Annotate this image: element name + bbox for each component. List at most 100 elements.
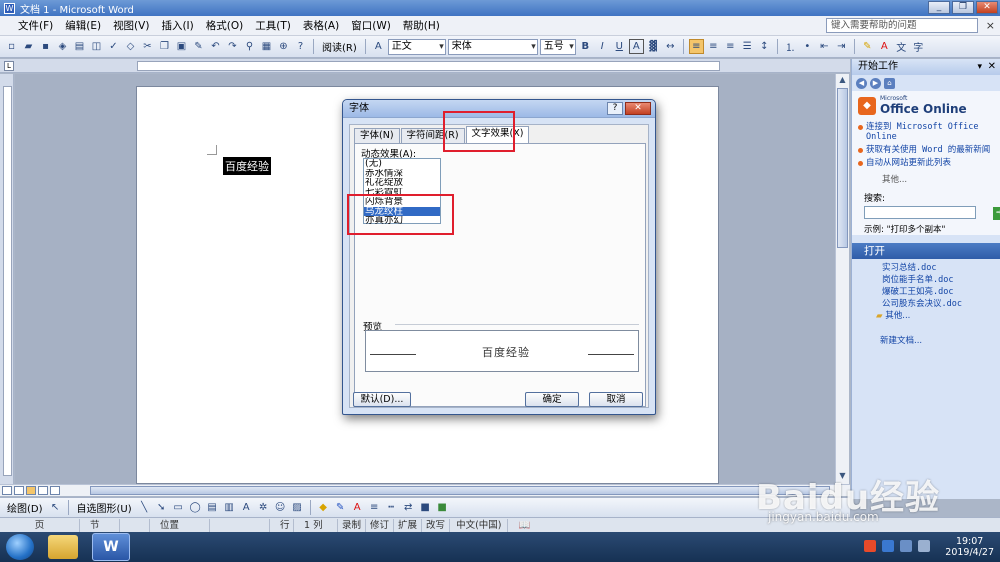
wordart-icon[interactable]: A — [239, 500, 254, 515]
draw-font-color-icon[interactable]: A — [350, 500, 365, 515]
word-taskbar-icon[interactable]: W — [92, 533, 130, 561]
menu-edit[interactable]: 编辑(E) — [59, 18, 107, 33]
new-document-link[interactable]: 新建文档... — [852, 334, 1000, 346]
3d-icon[interactable]: ■ — [435, 500, 450, 515]
selected-document-text[interactable]: 百度经验 — [223, 157, 271, 175]
ime-icon[interactable] — [864, 540, 876, 552]
align-justify-icon[interactable]: ≡ — [688, 39, 704, 54]
online-link[interactable]: 获取有关使用 Word 的最新新闻 — [858, 145, 996, 155]
clock[interactable]: 19:07 2019/4/27 — [945, 536, 994, 558]
network-icon[interactable] — [900, 540, 912, 552]
underline-button[interactable]: U — [612, 39, 627, 54]
back-icon[interactable]: ◀ — [856, 77, 867, 89]
font-color-icon[interactable]: A — [877, 39, 892, 54]
style-select[interactable]: 正文 — [387, 38, 446, 55]
online-link[interactable]: 连接到 Microsoft Office Online — [858, 122, 996, 142]
horizontal-ruler[interactable]: L — [0, 59, 850, 73]
arrow-icon[interactable]: ➘ — [154, 500, 169, 515]
minimize-button[interactable]: _ — [928, 1, 950, 14]
line-style-icon[interactable]: ≡ — [367, 500, 382, 515]
highlight-icon[interactable]: ✎ — [860, 39, 875, 54]
close-window-button[interactable]: ✕ — [976, 1, 998, 14]
recent-file-link[interactable]: 公司股东会决议.doc — [852, 298, 1000, 310]
diagram-icon[interactable]: ✲ — [256, 500, 271, 515]
online-more-link[interactable]: 其他... — [852, 173, 1000, 185]
tab-selector[interactable]: L — [4, 61, 14, 71]
shadow-icon[interactable]: ■ — [418, 500, 433, 515]
line-spacing-icon[interactable]: ↕ — [757, 39, 772, 54]
font-select[interactable]: 宋体 — [447, 38, 538, 55]
spelling-icon[interactable]: ✓ — [106, 39, 121, 54]
char-shading-icon[interactable]: ▓ — [646, 39, 661, 54]
rectangle-icon[interactable]: ▭ — [171, 500, 186, 515]
new-document-icon[interactable]: ▫ — [4, 39, 19, 54]
vertical-textbox-icon[interactable]: ▥ — [222, 500, 237, 515]
research-icon[interactable]: ◇ — [123, 39, 138, 54]
status-overtype[interactable]: 改写 — [422, 518, 451, 532]
ok-button[interactable]: 确定 — [525, 392, 579, 407]
oval-icon[interactable]: ◯ — [188, 500, 203, 515]
table-icon[interactable]: ▦ — [259, 39, 274, 54]
online-link[interactable]: 自动从网站更新此列表 — [858, 158, 996, 168]
bullets-icon[interactable]: • — [800, 39, 815, 54]
zoom-icon[interactable]: ⊕ — [276, 39, 291, 54]
menu-view[interactable]: 视图(V) — [107, 18, 155, 33]
task-pane-search-input[interactable]: ➜ — [864, 206, 1000, 220]
recent-file-link[interactable]: 岗位能手名单.doc — [852, 274, 1000, 286]
draw-menu-button[interactable]: 绘图(D) — [4, 500, 46, 515]
fill-color-icon[interactable]: ◆ — [316, 500, 331, 515]
task-pane-dropdown-icon[interactable]: ▾ — [977, 59, 982, 75]
dialog-close-button[interactable]: ✕ — [625, 102, 651, 115]
home-icon[interactable]: ⌂ — [884, 77, 895, 89]
phonetic-icon[interactable]: 文 — [894, 39, 909, 54]
word-app-icon[interactable]: W — [4, 2, 15, 14]
char-scale-icon[interactable]: ↔ — [663, 39, 678, 54]
list-item[interactable]: 赤水情深 — [364, 169, 440, 179]
vertical-ruler[interactable] — [0, 74, 14, 484]
enclose-icon[interactable]: 字 — [911, 39, 926, 54]
spelling-status-icon[interactable]: 📖 — [508, 519, 540, 532]
tab-font[interactable]: 字体(N) — [354, 128, 400, 143]
menu-insert[interactable]: 插入(I) — [155, 18, 199, 33]
print-preview-icon[interactable]: ◫ — [89, 39, 104, 54]
menu-window[interactable]: 窗口(W) — [345, 18, 397, 33]
scroll-thumb[interactable] — [837, 88, 848, 248]
forward-icon[interactable]: ▶ — [870, 77, 881, 89]
menu-table[interactable]: 表格(A) — [297, 18, 345, 33]
char-border-button[interactable]: A — [628, 39, 644, 54]
cut-icon[interactable]: ✂ — [140, 39, 155, 54]
save-icon[interactable]: ▪ — [38, 39, 53, 54]
outline-view-icon[interactable] — [38, 486, 48, 495]
copy-icon[interactable]: ❐ — [157, 39, 172, 54]
web-view-icon[interactable] — [14, 486, 24, 495]
hyperlink-icon[interactable]: ⚲ — [242, 39, 257, 54]
reading-view-icon[interactable] — [50, 486, 60, 495]
list-item[interactable]: (无) — [364, 159, 440, 169]
increase-indent-icon[interactable]: ⇥ — [834, 39, 849, 54]
print-icon[interactable]: ▤ — [72, 39, 87, 54]
format-painter-icon[interactable]: ✎ — [191, 39, 206, 54]
menu-help[interactable]: 帮助(H) — [397, 18, 446, 33]
tray-app-icon[interactable] — [882, 540, 894, 552]
menu-format[interactable]: 格式(O) — [200, 18, 249, 33]
menu-tools[interactable]: 工具(T) — [249, 18, 297, 33]
italic-button[interactable]: I — [595, 39, 610, 54]
status-extend[interactable]: 扩展 — [394, 518, 423, 532]
explorer-taskbar-icon[interactable] — [48, 535, 78, 559]
start-button-icon[interactable] — [6, 534, 34, 560]
help-search-input[interactable]: 键入需要帮助的问题 — [826, 18, 978, 33]
horizontal-scrollbar[interactable] — [0, 484, 850, 496]
styles-icon[interactable]: A — [371, 39, 386, 54]
arrow-style-icon[interactable]: ⇄ — [401, 500, 416, 515]
read-mode-button[interactable]: 阅读(R) — [319, 39, 360, 54]
horizontal-scroll-thumb[interactable] — [90, 486, 830, 495]
align-center-icon[interactable]: ≡ — [706, 39, 721, 54]
undo-icon[interactable]: ↶ — [208, 39, 223, 54]
task-pane-close-icon[interactable]: ✕ — [988, 59, 996, 75]
dialog-help-button[interactable]: ? — [607, 102, 623, 115]
line-icon[interactable]: ╲ — [137, 500, 152, 515]
recent-file-link[interactable]: 爆破工王如亮.doc — [852, 286, 1000, 298]
restore-button[interactable]: ❐ — [952, 1, 974, 14]
default-button[interactable]: 默认(D)... — [353, 392, 411, 407]
recent-file-link[interactable]: 实习总结.doc — [852, 262, 1000, 274]
